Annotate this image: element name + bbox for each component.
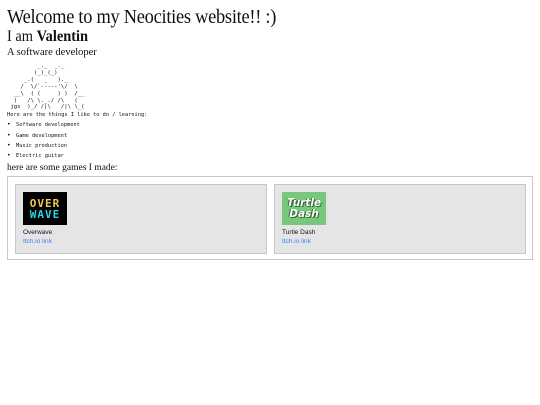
list-item: • Software development: [7, 120, 535, 130]
itch-link-turtle-dash[interactable]: Itch.io link: [282, 237, 311, 246]
thumb-line: OVER: [29, 196, 61, 210]
itch-link-overwave[interactable]: Itch.io link: [23, 237, 52, 246]
game-name: Turtle Dash: [282, 229, 316, 237]
turtle-dash-thumbnail[interactable]: Turtle Dash: [282, 192, 326, 226]
games-title: here are some games I made:: [7, 163, 118, 174]
list-item-label: Electric guitar: [16, 152, 64, 159]
tagline: A software developer: [7, 47, 97, 58]
bullet-icon: •: [7, 131, 11, 139]
ascii-art: _._ _._ (_)_(_) _.( _ )._ / \/`-----'\/ …: [10, 63, 85, 111]
bullet-icon: •: [7, 151, 11, 159]
list-item-label: Software development: [16, 122, 80, 129]
thumb-line: Turtle: [286, 196, 322, 209]
game-card-overwave: OVER WAVE Overwave Itch.io link: [15, 184, 267, 255]
list-item: • Electric guitar: [7, 151, 535, 161]
interests-title: Here are the things I like to do / learn…: [7, 112, 148, 119]
list-item-label: Game development: [16, 132, 68, 139]
list-item: • Music production: [7, 141, 535, 151]
thumb-line: WAVE: [29, 207, 61, 221]
games-container: OVER WAVE Overwave Itch.io link Turtle D…: [7, 176, 533, 261]
page-content: Welcome to my Neocities website!! :) I a…: [7, 6, 535, 261]
intro-prefix: I am: [7, 28, 33, 45]
game-card-turtle-dash: Turtle Dash Turtle Dash Itch.io link: [274, 184, 526, 255]
bullet-icon: •: [7, 121, 11, 129]
thumb-line: Dash: [289, 207, 319, 220]
author-name: Valentin: [36, 28, 89, 45]
bullet-icon: •: [7, 141, 11, 149]
list-item-label: Music production: [16, 142, 68, 149]
intro-line: I am Valentin: [7, 28, 482, 46]
game-name: Overwave: [23, 229, 53, 237]
interests-list: • Software development • Game development …: [7, 120, 535, 161]
page-title: Welcome to my Neocities website!! :): [7, 6, 277, 28]
overwave-thumbnail[interactable]: OVER WAVE: [23, 192, 67, 226]
list-item: • Game development: [7, 131, 535, 141]
